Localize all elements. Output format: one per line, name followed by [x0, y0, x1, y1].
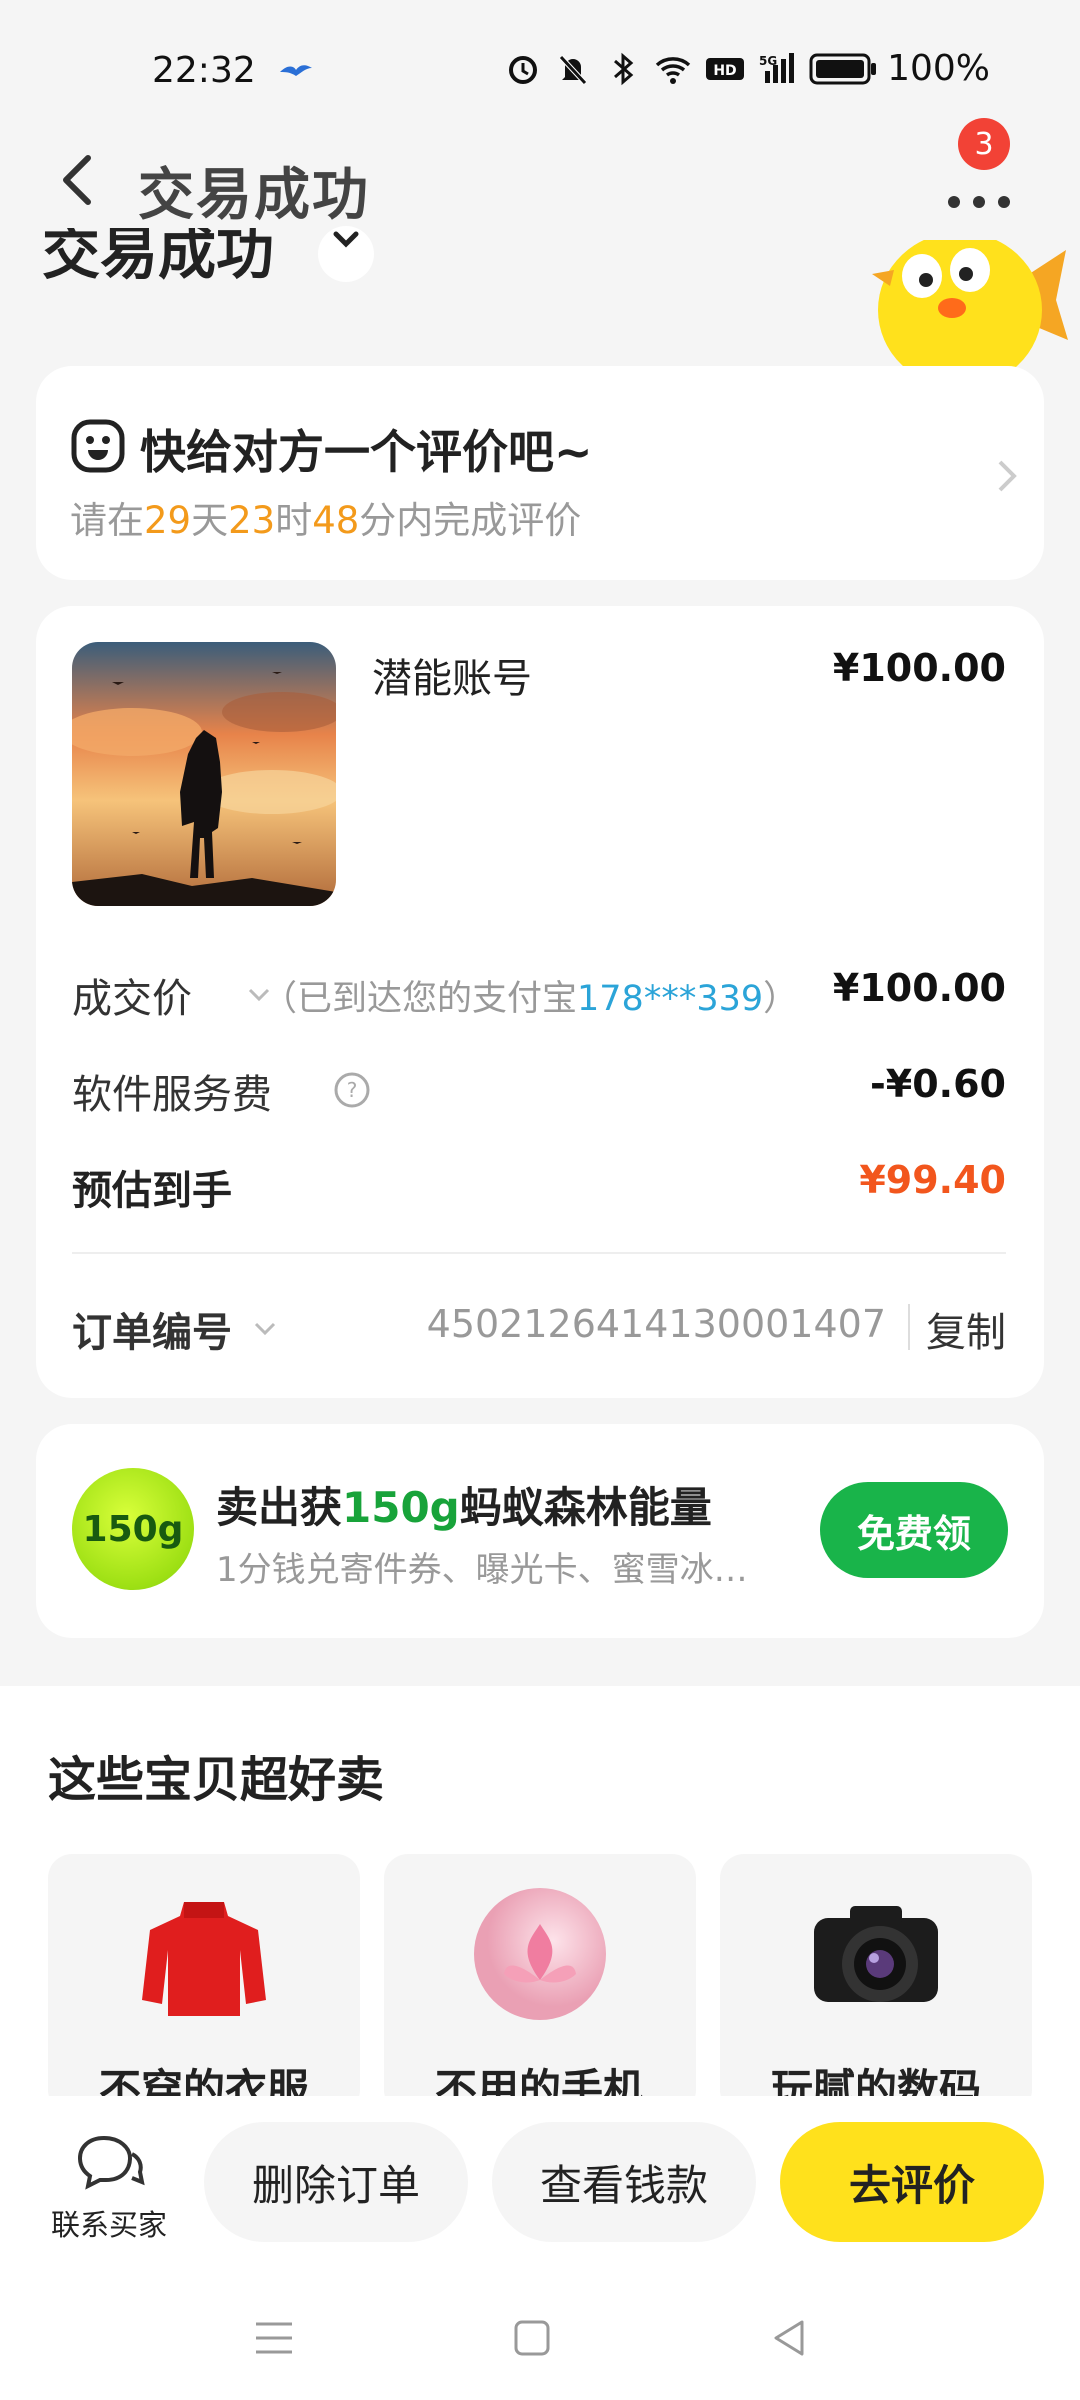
menu-icon[interactable]	[252, 2316, 296, 2360]
bird-app-icon	[280, 65, 312, 76]
bluetooth-icon	[614, 52, 634, 85]
payout-note: （已到达您的支付宝178***339）	[262, 979, 799, 1019]
more-options-icon[interactable]	[944, 170, 1014, 210]
review-prompt-title: 快给对方一个评价吧~	[140, 425, 593, 479]
energy-title: 卖出获150g蚂蚁森林能量	[216, 1483, 712, 1532]
sweater-icon	[142, 1902, 266, 2016]
estimated-receipt-row: 预估到手 ¥99.40	[72, 1158, 1006, 1218]
chat-bubble-icon	[77, 2135, 145, 2190]
svg-text:?: ?	[347, 1078, 358, 1102]
alarm-icon	[509, 55, 538, 84]
divider	[72, 1252, 1006, 1254]
smiley-face-icon	[71, 419, 125, 473]
product-name: 潜能账号	[372, 656, 532, 702]
energy-subtitle: 1分钱兑寄件券、曝光卡、蜜雪冰…	[216, 1550, 748, 1590]
review-countdown: 请在29天23时48分内完成评价	[70, 499, 582, 542]
chevron-right-icon	[998, 460, 1017, 492]
battery-percent: 100%	[887, 48, 990, 89]
claim-free-button[interactable]: 免费领	[820, 1482, 1008, 1578]
divider	[908, 1304, 910, 1350]
svg-text:HD: HD	[713, 63, 736, 79]
product-thumbnail[interactable]	[72, 642, 336, 906]
service-fee-value: -¥0.60	[870, 1062, 1006, 1106]
phone-icon	[474, 1888, 606, 2020]
recommend-item-digital[interactable]: 玩腻的数码	[720, 1854, 1032, 2114]
chevron-down-icon[interactable]	[250, 1314, 280, 1344]
product-price: ¥100.00	[832, 646, 1006, 690]
top-app-bar: 交易成功	[0, 130, 1080, 240]
go-review-button[interactable]: 去评价	[780, 2122, 1044, 2242]
help-question-icon[interactable]: ?	[332, 1070, 372, 1110]
service-fee-row: 软件服务费 ? -¥0.60	[72, 1062, 1006, 1122]
energy-ball-icon: 150g	[72, 1468, 194, 1590]
contact-buyer-label: 联系买家	[50, 2208, 167, 2242]
deal-price-label: 成交价	[72, 976, 192, 1022]
back-arrow-icon[interactable]	[50, 150, 110, 210]
mascot-fish-icon	[872, 240, 1068, 370]
estimated-receipt-value: ¥99.40	[859, 1158, 1006, 1202]
recommendation-title: 这些宝贝超好卖	[48, 1752, 385, 1808]
recommend-item-phone[interactable]: 不用的手机	[384, 1854, 696, 2114]
view-payment-button[interactable]: 查看钱款	[492, 2122, 756, 2242]
wifi-icon	[655, 56, 691, 84]
camera-icon	[814, 1906, 938, 2002]
deal-price-row: 成交价 （已到达您的支付宝178***339） ¥100.00	[72, 966, 1006, 1026]
status-heading: 交易成功	[42, 228, 275, 287]
system-navigation-bar	[0, 2276, 1080, 2400]
copy-order-number-button[interactable]: 复制	[926, 1300, 1006, 1358]
signal-5g-icon: 5G	[759, 52, 795, 83]
order-details-card: 潜能账号 ¥100.00 成交价 （已到达您的支付宝178***339） ¥10…	[36, 606, 1044, 1398]
ant-forest-energy-card: 150g 卖出获150g蚂蚁森林能量 1分钱兑寄件券、曝光卡、蜜雪冰… 免费领	[36, 1424, 1044, 1638]
delete-order-button[interactable]: 删除订单	[204, 2122, 468, 2242]
status-bar: 22:32 HD 5G 100%	[0, 0, 1080, 140]
order-number-value: 4502126414130001407	[426, 1302, 886, 1346]
back-triangle-icon[interactable]	[768, 2316, 812, 2360]
status-time: 22:32	[152, 50, 256, 91]
service-fee-label: 软件服务费	[72, 1072, 272, 1118]
deal-price-value: ¥100.00	[832, 966, 1006, 1010]
bottom-action-bar: 联系买家 删除订单 查看钱款 去评价	[0, 2096, 1080, 2276]
status-expand-button[interactable]	[318, 226, 374, 282]
notification-badge: 3	[958, 118, 1010, 170]
order-number-label: 订单编号	[72, 1310, 232, 1356]
estimated-receipt-label: 预估到手	[72, 1168, 232, 1214]
hd-icon: HD	[706, 57, 745, 80]
mute-bell-icon	[559, 54, 587, 85]
battery-icon	[809, 53, 877, 84]
home-square-icon[interactable]	[510, 2316, 554, 2360]
order-number-row: 订单编号 4502126414130001407 复制	[72, 1300, 1006, 1360]
review-reminder-card[interactable]: 快给对方一个评价吧~ 请在29天23时48分内完成评价	[36, 366, 1044, 580]
chevron-down-icon	[333, 231, 359, 248]
recommend-item-clothes[interactable]: 不穿的衣服	[48, 1854, 360, 2114]
contact-buyer-button[interactable]: 联系买家	[44, 2132, 174, 2242]
